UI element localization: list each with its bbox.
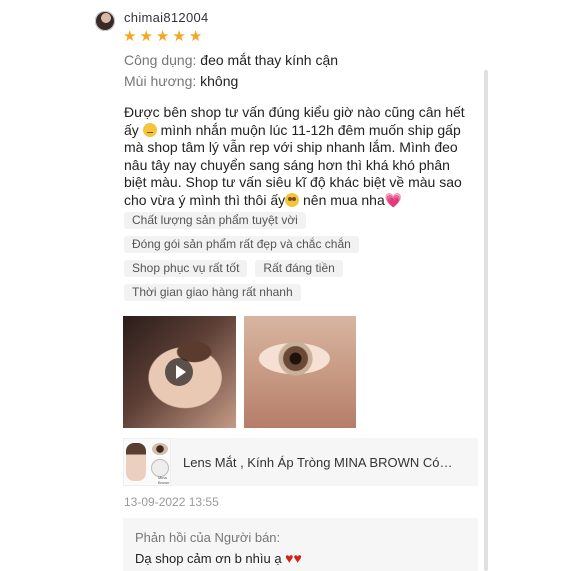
star-icon: ★ bbox=[155, 27, 170, 45]
attribute-scent: Mùi hương: không bbox=[124, 73, 239, 89]
play-icon[interactable] bbox=[165, 358, 193, 386]
username[interactable]: chimai812004 bbox=[124, 10, 209, 25]
thumb-eye bbox=[152, 443, 168, 455]
red-heart-icon: ♥ bbox=[293, 550, 302, 566]
review-video-thumbnail[interactable] bbox=[123, 316, 236, 428]
tag-value: Rất đáng tiền bbox=[255, 260, 343, 277]
seller-reply-title: Phản hồi của Người bán: bbox=[135, 530, 281, 545]
attribute-label: Mùi hương bbox=[124, 73, 193, 89]
tag-packaging: Đóng gói sản phẩm rất đẹp và chắc chắn bbox=[124, 236, 359, 253]
star-icon: ★ bbox=[139, 27, 153, 45]
tag-delivery: Thời gian giao hàng rất nhanh bbox=[124, 284, 301, 301]
attribute-value: không bbox=[200, 73, 239, 89]
review-text-part: nên mua nha bbox=[299, 191, 385, 208]
rating-stars: ★ ★ ★ ★ ★ bbox=[123, 29, 202, 44]
product-thumbnail: Mina Brown bbox=[123, 438, 171, 486]
seller-reply: Phản hồi của Người bán: Dạ shop cảm ơn b… bbox=[123, 518, 478, 571]
neutral-face-icon bbox=[142, 122, 157, 137]
review-timestamp: 13-09-2022 13:55 bbox=[124, 495, 219, 509]
scrollbar[interactable] bbox=[484, 70, 488, 571]
star-icon: ★ bbox=[188, 27, 203, 45]
tag-quality: Chất lượng sản phẩm tuyệt vời bbox=[124, 212, 306, 229]
seller-reply-text: Dạ shop cảm ơn b nhìu ạ bbox=[135, 551, 286, 566]
star-icon: ★ bbox=[123, 27, 137, 45]
product-name[interactable]: Lens Mắt , Kính Áp Tròng MINA BROWN Có… bbox=[183, 455, 468, 470]
attribute-value: đeo mắt thay kính cận bbox=[200, 52, 339, 68]
attribute-usage: Công dụng: đeo mắt thay kính cận bbox=[124, 52, 339, 68]
review-photo[interactable] bbox=[244, 316, 356, 428]
review-tags: Chất lượng sản phẩm tuyệt vời Đóng gói s… bbox=[124, 212, 484, 308]
review-text: Được bên shop tư vấn đúng kiểu giờ nào c… bbox=[124, 104, 476, 210]
attribute-label: Công dụng bbox=[124, 52, 193, 68]
thumb-face bbox=[126, 443, 146, 481]
tag-service: Shop phục vụ rất tốt bbox=[124, 260, 248, 277]
user-avatar[interactable] bbox=[95, 11, 115, 31]
pleading-face-icon bbox=[285, 192, 300, 207]
product-card[interactable]: Mina Brown Lens Mắt , Kính Áp Tròng MINA… bbox=[123, 438, 478, 486]
seller-reply-message: Dạ shop cảm ơn b nhìu ạ ♥♥ bbox=[135, 550, 302, 566]
pink-heart-icon: 💗 bbox=[384, 191, 403, 208]
thumb-caption: Mina Brown bbox=[158, 475, 170, 485]
star-icon: ★ bbox=[172, 27, 186, 45]
